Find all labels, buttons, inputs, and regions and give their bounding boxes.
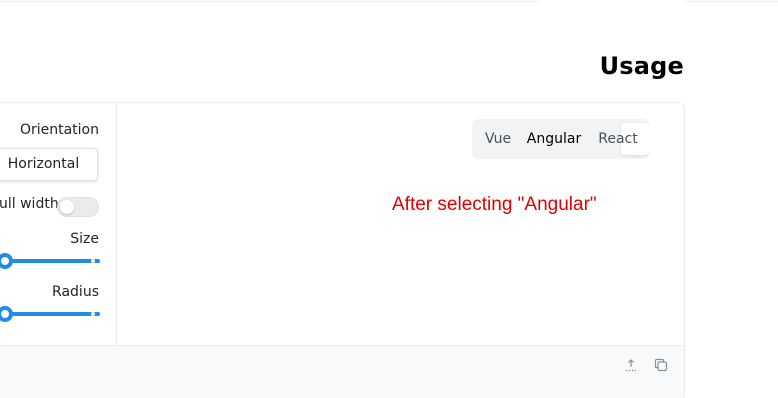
configurator-panel: Orientation Horizontal ull width Size Ra… (0, 103, 117, 345)
demo-card: Orientation Horizontal ull width Size Ra… (0, 102, 685, 398)
copy-icon[interactable] (652, 356, 670, 374)
code-toolbar (0, 345, 684, 398)
radius-label: Radius (52, 284, 99, 300)
segment-angular[interactable]: Angular (524, 119, 584, 159)
slider-mark (91, 312, 95, 316)
segment-vue[interactable]: Vue (476, 119, 520, 159)
segmented-control: Vue Angular React (472, 119, 649, 159)
size-label: Size (70, 231, 99, 247)
top-divider-right (686, 0, 778, 2)
slider-fill (4, 312, 100, 316)
segment-react[interactable]: React (592, 119, 644, 159)
slider-thumb[interactable] (0, 253, 13, 269)
slider-mark (91, 259, 95, 263)
top-divider (0, 0, 538, 2)
top-active-tab-gap (538, 0, 686, 4)
size-slider[interactable] (0, 253, 100, 269)
full-width-switch[interactable] (57, 197, 99, 217)
switch-thumb (60, 200, 74, 214)
full-width-label: ull width (0, 196, 59, 212)
slider-fill (4, 259, 100, 263)
preview-area: Vue Angular React After selecting "Angul… (117, 103, 684, 345)
annotation-text: After selecting "Angular" (392, 194, 597, 215)
radius-slider[interactable] (0, 306, 100, 322)
orientation-select[interactable]: Horizontal (0, 148, 98, 181)
share-icon[interactable] (622, 356, 640, 374)
slider-thumb[interactable] (0, 306, 13, 322)
orientation-label: Orientation (19, 122, 99, 138)
section-title: Usage (599, 52, 684, 80)
